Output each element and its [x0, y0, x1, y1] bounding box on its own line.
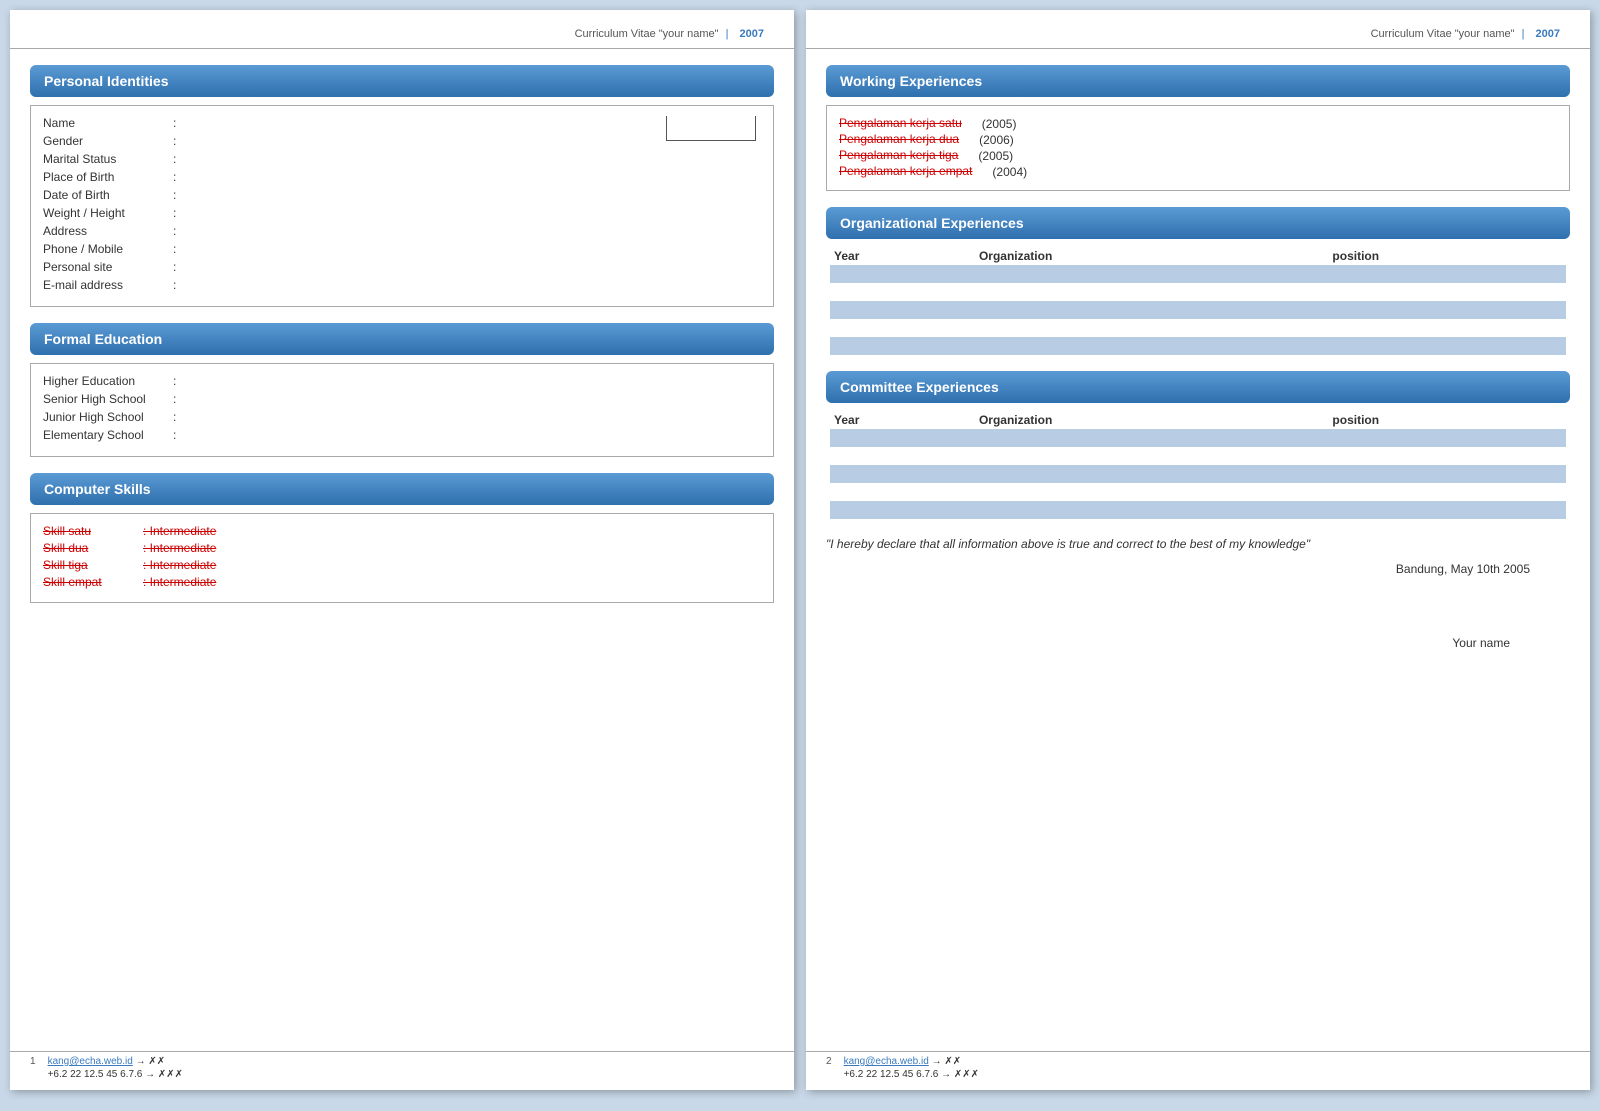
footer-phone-2: +6.2 22 12.5 45 6.7.6 → ✗✗✗: [844, 1069, 980, 1080]
committee-col-pos: position: [1328, 411, 1566, 429]
committee-table: Year Organization position: [830, 411, 1566, 519]
education-section: Formal Education Higher Education : Seni…: [30, 323, 774, 457]
skill-row-4: Skill empat : Intermediate: [43, 575, 761, 589]
education-section-content: Higher Education : Senior High School : …: [30, 363, 774, 457]
page-1: Curriculum Vitae "your name" | 2007 Pers…: [10, 10, 794, 1090]
committee-col-org: Organization: [975, 411, 1328, 429]
education-section-header: Formal Education: [30, 323, 774, 355]
footer-arrows-2: → ✗✗: [932, 1056, 962, 1067]
field-senior-high: Senior High School :: [43, 392, 761, 406]
org-header-row: Year Organization position: [830, 247, 1566, 265]
skills-section-header: Computer Skills: [30, 473, 774, 505]
skills-section-content: Skill satu : Intermediate Skill dua : In…: [30, 513, 774, 603]
committee-col-year: Year: [830, 411, 975, 429]
footer-arrows-1: → ✗✗: [136, 1056, 166, 1067]
page-2-separator: |: [1519, 28, 1528, 40]
footer-link-2[interactable]: kang@echa.web.id: [844, 1056, 929, 1067]
committee-table-wrapper: Year Organization position: [826, 411, 1570, 519]
org-row-5: [830, 337, 1566, 355]
footer-phone-1: +6.2 22 12.5 45 6.7.6 → ✗✗✗: [48, 1069, 184, 1080]
field-personal-site: Personal site :: [43, 260, 761, 274]
org-table: Year Organization position: [830, 247, 1566, 355]
page-1-year: 2007: [740, 28, 764, 40]
org-row-4: [830, 319, 1566, 337]
working-section: Working Experiences Pengalaman kerja sat…: [826, 65, 1570, 191]
field-address: Address :: [43, 224, 761, 238]
field-email: E-mail address :: [43, 278, 761, 292]
organizational-section-header: Organizational Experiences: [826, 207, 1570, 239]
page-2-header: Curriculum Vitae "your name" | 2007: [806, 10, 1590, 49]
declaration-text: "I hereby declare that all information a…: [826, 535, 1570, 554]
personal-section-header: Personal Identities: [30, 65, 774, 97]
footer-link-row-1: kang@echa.web.id → ✗✗: [48, 1056, 184, 1067]
footer-phone-row-2: +6.2 22 12.5 45 6.7.6 → ✗✗✗: [844, 1069, 980, 1080]
skills-section: Computer Skills Skill satu : Intermediat…: [30, 473, 774, 603]
skill-row-3: Skill tiga : Intermediate: [43, 558, 761, 572]
committee-header-row: Year Organization position: [830, 411, 1566, 429]
footer-content-2: kang@echa.web.id → ✗✗ +6.2 22 12.5 45 6.…: [844, 1056, 980, 1080]
page-1-header: Curriculum Vitae "your name" | 2007: [10, 10, 794, 49]
committee-section: Committee Experiences Year Organization …: [826, 371, 1570, 519]
footer-content-1: kang@echa.web.id → ✗✗ +6.2 22 12.5 45 6.…: [48, 1056, 184, 1080]
pages-container: Curriculum Vitae "your name" | 2007 Pers…: [10, 10, 1590, 1090]
picture-box: Picture Here: [666, 116, 756, 141]
committee-row-5: [830, 501, 1566, 519]
org-row-3: [830, 301, 1566, 319]
page-1-title: Curriculum Vitae "your name": [575, 28, 719, 40]
page-1-footer: 1 kang@echa.web.id → ✗✗ +6.2 22 12.5 45 …: [10, 1051, 794, 1080]
footer-link-1[interactable]: kang@echa.web.id: [48, 1056, 133, 1067]
field-date-birth: Date of Birth :: [43, 188, 761, 202]
working-exp-1: Pengalaman kerja satu (2005): [839, 116, 1557, 132]
footer-link-row-2: kang@echa.web.id → ✗✗: [844, 1056, 980, 1067]
page-2-year: 2007: [1536, 28, 1560, 40]
working-section-content: Pengalaman kerja satu (2005) Pengalaman …: [826, 105, 1570, 191]
field-weight-height: Weight / Height :: [43, 206, 761, 220]
signature-date: Bandung, May 10th 2005: [806, 562, 1530, 576]
page-2: Curriculum Vitae "your name" | 2007 Work…: [806, 10, 1590, 1090]
org-col-org: Organization: [975, 247, 1328, 265]
field-junior-high: Junior High School :: [43, 410, 761, 424]
field-phone: Phone / Mobile :: [43, 242, 761, 256]
personal-section-content: Picture Here Name : Gender : Marital Sta…: [30, 105, 774, 307]
working-exp-2: Pengalaman kerja dua (2006): [839, 132, 1557, 148]
personal-content: Picture Here Name : Gender : Marital Sta…: [43, 116, 761, 296]
skill-row-2: Skill dua : Intermediate: [43, 541, 761, 555]
personal-section: Personal Identities Picture Here Name : …: [30, 65, 774, 307]
org-col-year: Year: [830, 247, 975, 265]
working-exp-3: Pengalaman kerja tiga (2005): [839, 148, 1557, 164]
page-2-title: Curriculum Vitae "your name": [1371, 28, 1515, 40]
committee-row-3: [830, 465, 1566, 483]
field-elementary: Elementary School :: [43, 428, 761, 442]
page-1-separator: |: [723, 28, 732, 40]
skill-row-1: Skill satu : Intermediate: [43, 524, 761, 538]
committee-row-2: [830, 447, 1566, 465]
organizational-section: Organizational Experiences Year Organiza…: [826, 207, 1570, 355]
footer-phone-row-1: +6.2 22 12.5 45 6.7.6 → ✗✗✗: [48, 1069, 184, 1080]
field-higher-edu: Higher Education :: [43, 374, 761, 388]
committee-section-header: Committee Experiences: [826, 371, 1570, 403]
working-exp-4: Pengalaman kerja empat (2004): [839, 164, 1557, 180]
working-section-header: Working Experiences: [826, 65, 1570, 97]
field-marital: Marital Status :: [43, 152, 761, 166]
org-row-2: [830, 283, 1566, 301]
committee-row-4: [830, 483, 1566, 501]
org-table-wrapper: Year Organization position: [826, 247, 1570, 355]
page-2-footer: 2 kang@echa.web.id → ✗✗ +6.2 22 12.5 45 …: [806, 1051, 1590, 1080]
committee-row-1: [830, 429, 1566, 447]
field-gender: Gender :: [43, 134, 666, 148]
signature-name: Your name: [806, 636, 1510, 650]
org-row-1: [830, 265, 1566, 283]
org-col-pos: position: [1328, 247, 1566, 265]
field-name: Name :: [43, 116, 666, 130]
field-place-birth: Place of Birth :: [43, 170, 761, 184]
